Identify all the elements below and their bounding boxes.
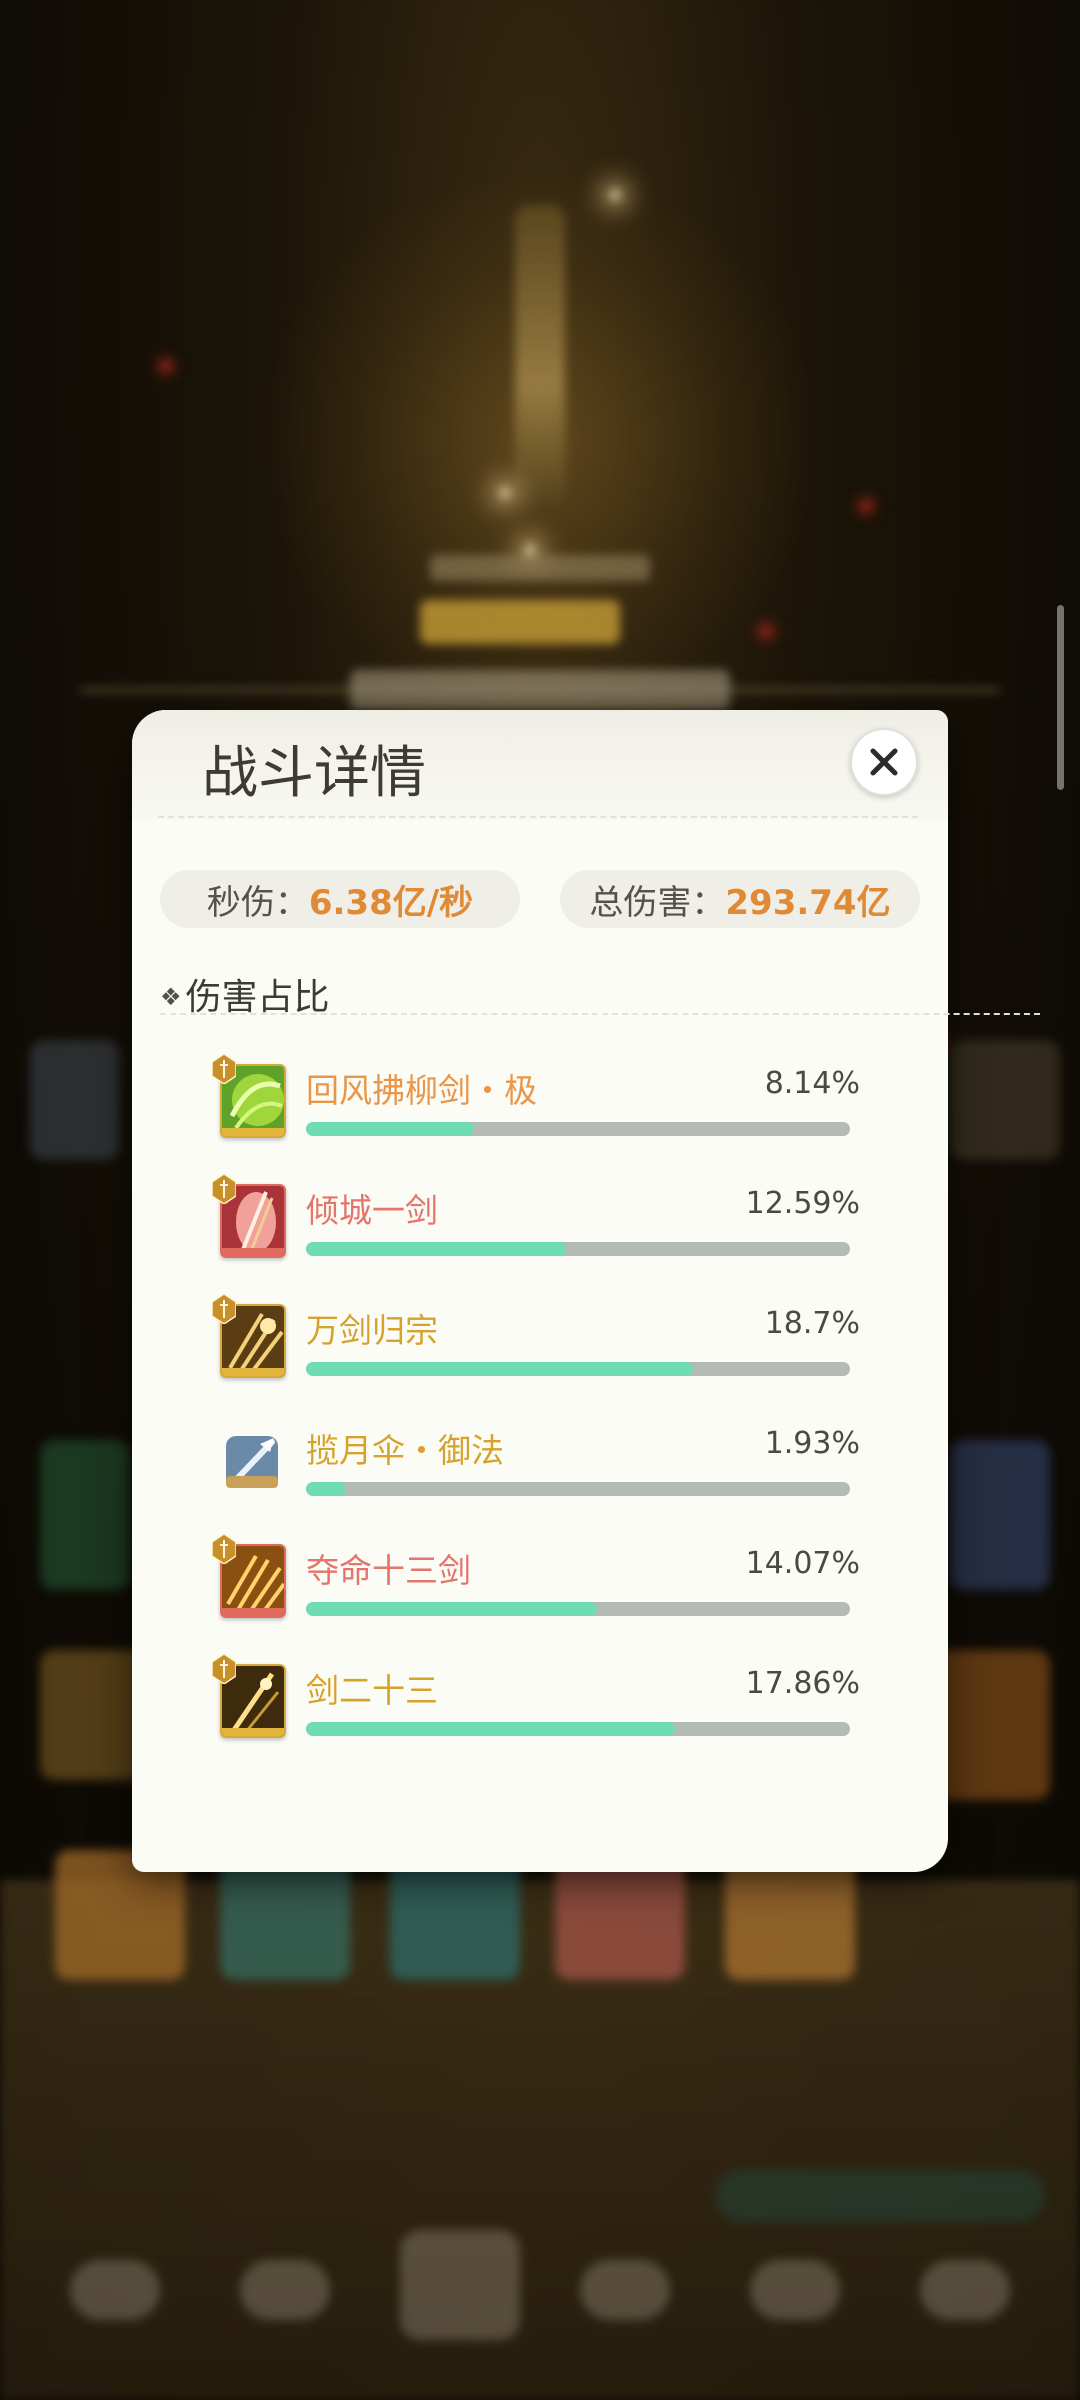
battle-details-dialog: 战斗详情 秒伤： 6.38亿/秒 总伤害： 293.74亿 ❖ 伤害占比 回风拂… bbox=[132, 710, 1040, 1872]
ember bbox=[860, 500, 872, 512]
sword-badge-icon bbox=[212, 1534, 236, 1564]
skill-percent: 1.93% bbox=[764, 1426, 860, 1461]
progress-fill bbox=[306, 1482, 346, 1496]
sword-badge-icon bbox=[212, 1294, 236, 1324]
skill-name: 揽月伞・御法 bbox=[306, 1431, 504, 1470]
skill-name: 回风拂柳剑・极 bbox=[306, 1071, 537, 1110]
skill-percent: 18.7% bbox=[764, 1306, 860, 1341]
background-nav-tab bbox=[400, 2230, 520, 2340]
damage-progress-bar bbox=[306, 1722, 850, 1736]
background-nav-tab bbox=[240, 2260, 330, 2320]
progress-fill bbox=[306, 1122, 475, 1136]
background-nav-tab bbox=[920, 2260, 1010, 2320]
sparkle bbox=[525, 545, 535, 555]
moon-umbrella-icon bbox=[220, 1424, 286, 1498]
stage-title-blur bbox=[420, 600, 620, 644]
skill-name: 倾城一剑 bbox=[306, 1191, 438, 1230]
dps-value: 6.38亿/秒 bbox=[308, 882, 474, 923]
dps-stat: 秒伤： 6.38亿/秒 bbox=[160, 870, 520, 928]
background-portrait bbox=[30, 1040, 120, 1160]
dialog-header: 战斗详情 bbox=[132, 710, 948, 820]
sword-badge-icon bbox=[212, 1054, 236, 1084]
scrollbar[interactable] bbox=[1057, 605, 1064, 790]
skill-percent: 14.07% bbox=[745, 1546, 860, 1581]
progress-fill bbox=[306, 1242, 567, 1256]
background-nav-tab bbox=[580, 2260, 670, 2320]
total-damage-label: 总伤害： bbox=[589, 882, 726, 923]
sparkle bbox=[500, 488, 510, 498]
skill-row: 回风拂柳剑・极 8.14% bbox=[212, 1054, 860, 1160]
stage-strip-blur bbox=[350, 670, 730, 710]
ember bbox=[760, 625, 772, 637]
damage-progress-bar bbox=[306, 1482, 850, 1496]
close-button[interactable] bbox=[850, 728, 918, 796]
skill-row: 万剑归宗 18.7% bbox=[212, 1294, 860, 1400]
victory-sword-emblem bbox=[515, 205, 565, 505]
sword-badge-icon bbox=[212, 1654, 236, 1684]
damage-progress-bar bbox=[306, 1122, 850, 1136]
damage-progress-bar bbox=[306, 1362, 850, 1376]
skill-name: 万剑归宗 bbox=[306, 1311, 438, 1350]
total-damage-value: 293.74亿 bbox=[725, 882, 891, 923]
skill-percent: 8.14% bbox=[764, 1066, 860, 1101]
section-divider bbox=[160, 1013, 1040, 1015]
skill-name: 剑二十三 bbox=[306, 1671, 438, 1710]
background-nav-tab bbox=[70, 2260, 160, 2320]
progress-fill bbox=[306, 1722, 676, 1736]
skill-row: 倾城一剑 12.59% bbox=[212, 1174, 860, 1280]
background-portrait bbox=[950, 1040, 1060, 1160]
skill-row: 揽月伞・御法 1.93% bbox=[220, 1420, 860, 1520]
header-divider bbox=[158, 816, 918, 818]
damage-progress-bar bbox=[306, 1242, 850, 1256]
background-nav-tab bbox=[750, 2260, 840, 2320]
damage-progress-bar bbox=[306, 1602, 850, 1616]
progress-fill bbox=[306, 1362, 693, 1376]
diamond-icon: ❖ bbox=[160, 983, 182, 1011]
background-card bbox=[950, 1440, 1050, 1590]
background-share-pill bbox=[715, 2170, 1045, 2222]
dps-label: 秒伤： bbox=[206, 882, 309, 923]
total-damage-stat: 总伤害： 293.74亿 bbox=[560, 870, 920, 928]
skill-percent: 17.86% bbox=[745, 1666, 860, 1701]
stage-subtitle-blur bbox=[430, 555, 650, 581]
background-card bbox=[40, 1440, 130, 1590]
sparkle bbox=[610, 190, 620, 200]
skill-row: 夺命十三剑 14.07% bbox=[212, 1534, 860, 1640]
ember bbox=[160, 360, 172, 372]
damage-share-title: 伤害占比 bbox=[185, 977, 330, 1018]
skill-percent: 12.59% bbox=[745, 1186, 860, 1221]
progress-fill bbox=[306, 1602, 598, 1616]
close-icon bbox=[870, 748, 898, 776]
sword-badge-icon bbox=[212, 1174, 236, 1204]
background-card bbox=[930, 1650, 1050, 1800]
dialog-title: 战斗详情 bbox=[202, 741, 426, 806]
skill-row: 剑二十三 17.86% bbox=[212, 1654, 860, 1760]
skill-name: 夺命十三剑 bbox=[306, 1551, 471, 1590]
